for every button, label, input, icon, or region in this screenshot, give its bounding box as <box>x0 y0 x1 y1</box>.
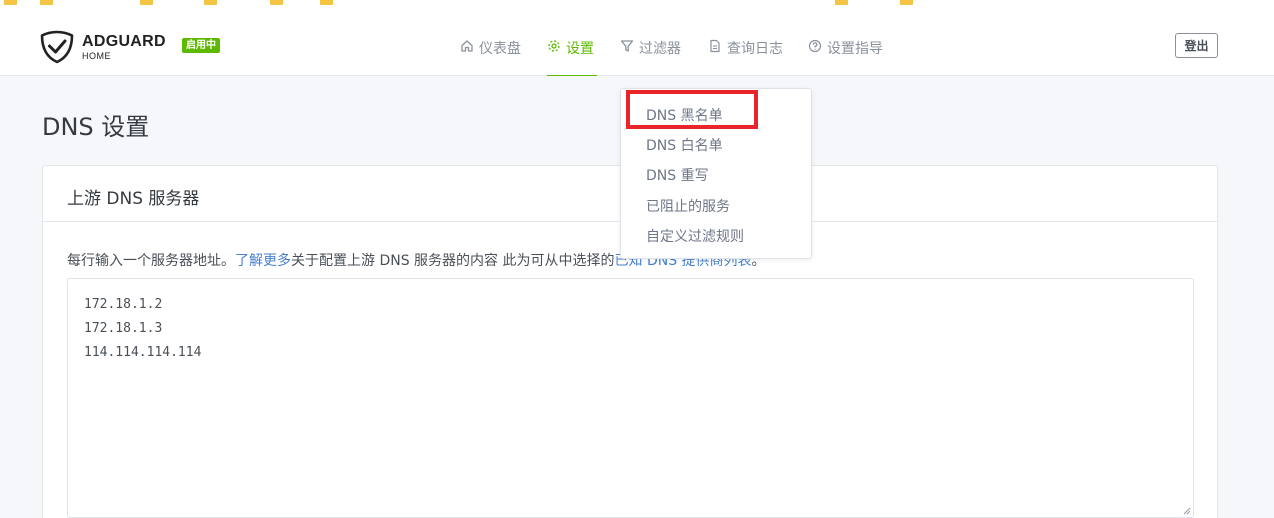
nav-label: 设置指导 <box>827 41 883 57</box>
server-line: 172.18.1.3 <box>84 321 163 336</box>
brand-subtitle: HOME <box>82 50 111 61</box>
nav-label: 过滤器 <box>639 41 681 57</box>
home-icon <box>461 40 473 52</box>
bookmark-item[interactable] <box>4 0 17 7</box>
folder-icon <box>204 0 217 5</box>
server-line: 172.18.1.2 <box>84 297 163 312</box>
folder-icon <box>835 0 848 5</box>
status-badge: 启用中 <box>182 38 220 53</box>
bookmarks-bar <box>0 0 1274 8</box>
bookmark-item[interactable] <box>40 0 53 7</box>
bookmark-item[interactable] <box>835 0 848 7</box>
folder-icon <box>320 0 333 5</box>
server-line: 114.114.114.114 <box>84 345 202 360</box>
filter-icon <box>620 40 634 52</box>
folder-icon <box>4 0 17 5</box>
learn-more-link[interactable]: 了解更多 <box>235 253 291 269</box>
menu-item-dns-allowlists[interactable]: DNS 白名单 <box>646 135 723 155</box>
nav-setup-guide[interactable]: 设置指导 <box>808 38 883 76</box>
menu-item-blocked-services[interactable]: 已阻止的服务 <box>646 196 730 216</box>
document-icon <box>710 39 720 53</box>
adguard-logo[interactable]: ADGUARD HOME <box>40 30 166 64</box>
brand-name: ADGUARD <box>82 32 166 50</box>
folder-icon <box>40 0 53 5</box>
menu-item-custom-rules[interactable]: 自定义过滤规则 <box>646 226 744 246</box>
folder-icon <box>270 0 283 5</box>
menu-item-dns-rewrites[interactable]: DNS 重写 <box>646 165 709 185</box>
bookmark-item[interactable] <box>204 0 217 7</box>
page-title: DNS 设置 <box>42 113 150 141</box>
nav-label: 设置 <box>566 41 594 57</box>
nav-filters[interactable]: 过滤器 <box>620 38 681 76</box>
help-circle-icon <box>808 39 822 53</box>
logout-button[interactable]: 登出 <box>1175 33 1218 58</box>
highlight-box <box>626 90 758 129</box>
folder-icon <box>140 0 153 5</box>
upstream-servers-textarea[interactable]: 172.18.1.2 172.18.1.3 114.114.114.114 <box>67 278 1194 518</box>
bookmark-item[interactable] <box>270 0 283 7</box>
bookmark-item[interactable] <box>900 0 913 7</box>
gear-icon <box>548 40 560 52</box>
nav-query-log[interactable]: 查询日志 <box>708 38 783 76</box>
desc-text: 关于配置上游 DNS 服务器的内容 此为可从中选择的 <box>291 253 615 269</box>
top-header: ADGUARD HOME 启用中 仪表盘 设置 过滤器 查询日志 设置指导 登出 <box>0 8 1274 76</box>
shield-logo-icon <box>40 30 74 64</box>
bookmark-item[interactable] <box>320 0 333 7</box>
active-tab-indicator <box>547 75 597 76</box>
resize-grip-icon[interactable] <box>1183 507 1191 515</box>
nav-label: 仪表盘 <box>479 41 521 57</box>
nav-settings[interactable]: 设置 <box>547 38 594 76</box>
nav-label: 查询日志 <box>727 41 783 57</box>
nav-dashboard[interactable]: 仪表盘 <box>460 38 521 76</box>
desc-text: 每行输入一个服务器地址。 <box>67 253 235 269</box>
folder-icon <box>900 0 913 5</box>
bookmark-item[interactable] <box>140 0 153 7</box>
